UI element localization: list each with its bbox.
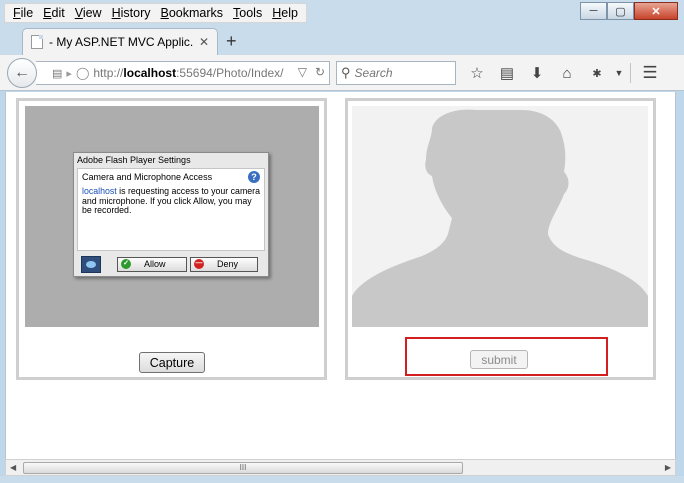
downloads-button[interactable]: ⬇ [522,63,552,83]
tab-close-icon[interactable]: ✕ [199,35,209,49]
toolbar: ☆ ▤ ⬇ ⌂ ✱ ▼ ☰ [462,63,665,83]
chevron-down-icon: ▼ [614,68,624,78]
download-icon: ⬇ [530,65,544,82]
allow-button[interactable]: ✓ Allow [117,256,187,272]
camera-preview: Adobe Flash Player Settings Camera and M… [25,106,319,327]
hamburger-icon: ☰ [642,63,658,82]
deny-button[interactable]: — Deny [190,256,258,272]
navigation-bar: ▤ ▸ ◯ http://localhost:55694/Photo/Index… [0,55,684,91]
camera-settings-icon[interactable] [81,255,101,273]
extension-icon: ✱ [592,67,602,80]
horizontal-scrollbar[interactable]: ◀ III ▶ [5,459,676,476]
deny-icon: — [194,259,204,269]
window-bottom-border [0,476,684,483]
flash-dialog-footer: ✓ Allow — Deny [77,254,265,274]
flash-dialog-body: Camera and Microphone Access ? localhost… [77,168,265,251]
menu-file[interactable]: File [8,4,38,22]
minimize-icon: ─ [589,5,598,17]
camera-panel: Adobe Flash Player Settings Camera and M… [16,98,327,380]
photo-panel: submit [345,98,656,380]
home-icon: ⌂ [562,64,572,82]
person-silhouette-icon [352,109,648,327]
url-text[interactable]: http://localhost:55694/Photo/Index/ [93,66,283,80]
maximize-icon: ▢ [615,5,626,18]
capture-button[interactable]: Capture [139,352,205,373]
help-icon[interactable]: ? [248,171,260,183]
clipboard-icon: ▤ [499,65,515,82]
window-controls: ─ ▢ ✕ [580,2,678,20]
close-window-button[interactable]: ✕ [634,2,678,20]
new-tab-button[interactable]: + [226,32,237,50]
check-icon: ✓ [121,259,131,269]
url-bar[interactable]: ▤ ▸ ◯ http://localhost:55694/Photo/Index… [36,61,330,85]
menu-help[interactable]: Help [267,4,303,22]
tab-title: - My ASP.NET MVC Applic... [49,35,193,49]
home-button[interactable]: ⌂ [552,63,582,83]
menu-tools[interactable]: Tools [228,4,267,22]
flash-host-link[interactable]: localhost [82,186,117,196]
tab-strip: - My ASP.NET MVC Applic... ✕ + [0,25,684,55]
reload-icon[interactable]: ↻ [315,65,325,79]
search-box[interactable]: ⚲ [336,61,456,85]
photo-placeholder [352,106,648,327]
search-input[interactable] [354,66,447,80]
bookmark-sidebar-icon[interactable]: ▤ [52,67,62,80]
dropdown-arrow-icon[interactable]: ▽ [298,65,307,79]
menu-view[interactable]: View [70,4,107,22]
scroll-right-icon[interactable]: ▶ [665,463,671,472]
submit-button[interactable]: submit [470,350,528,369]
forward-arrow-icon[interactable]: ▸ [66,67,72,80]
tab-photo-index[interactable]: - My ASP.NET MVC Applic... ✕ [22,28,218,55]
menu-edit[interactable]: Edit [38,4,70,22]
scroll-left-icon[interactable]: ◀ [10,463,16,472]
search-icon: ⚲ [341,65,351,80]
toolbar-divider [630,63,631,83]
globe-icon: ◯ [75,66,90,80]
extension-button[interactable]: ✱ [582,63,612,83]
flash-dialog-title: Adobe Flash Player Settings [77,155,191,165]
back-arrow-icon: ← [14,64,30,81]
page-content: Adobe Flash Player Settings Camera and M… [5,92,676,459]
page-icon [31,35,43,49]
menu-bar: File Edit View History Bookmarks Tools Help [4,3,307,23]
maximize-button[interactable]: ▢ [607,2,634,20]
flash-access-message: localhost is requesting access to your c… [82,186,260,215]
scroll-thumb[interactable]: III [23,462,463,474]
reading-list-button[interactable]: ▤ [492,63,522,83]
bookmark-star-button[interactable]: ☆ [462,63,492,83]
close-icon: ✕ [651,5,661,18]
menu-bookmarks[interactable]: Bookmarks [156,4,229,22]
back-button[interactable]: ← [7,58,37,88]
menu-button[interactable]: ☰ [635,63,665,83]
menu-history[interactable]: History [107,4,156,22]
star-icon: ☆ [470,65,484,82]
title-bar: File Edit View History Bookmarks Tools Help ─ … [0,0,684,25]
extension-dropdown[interactable]: ▼ [612,63,626,83]
flash-settings-dialog: Adobe Flash Player Settings Camera and M… [73,152,269,277]
flash-access-heading: Camera and Microphone Access [82,172,213,182]
minimize-button[interactable]: ─ [580,2,607,20]
